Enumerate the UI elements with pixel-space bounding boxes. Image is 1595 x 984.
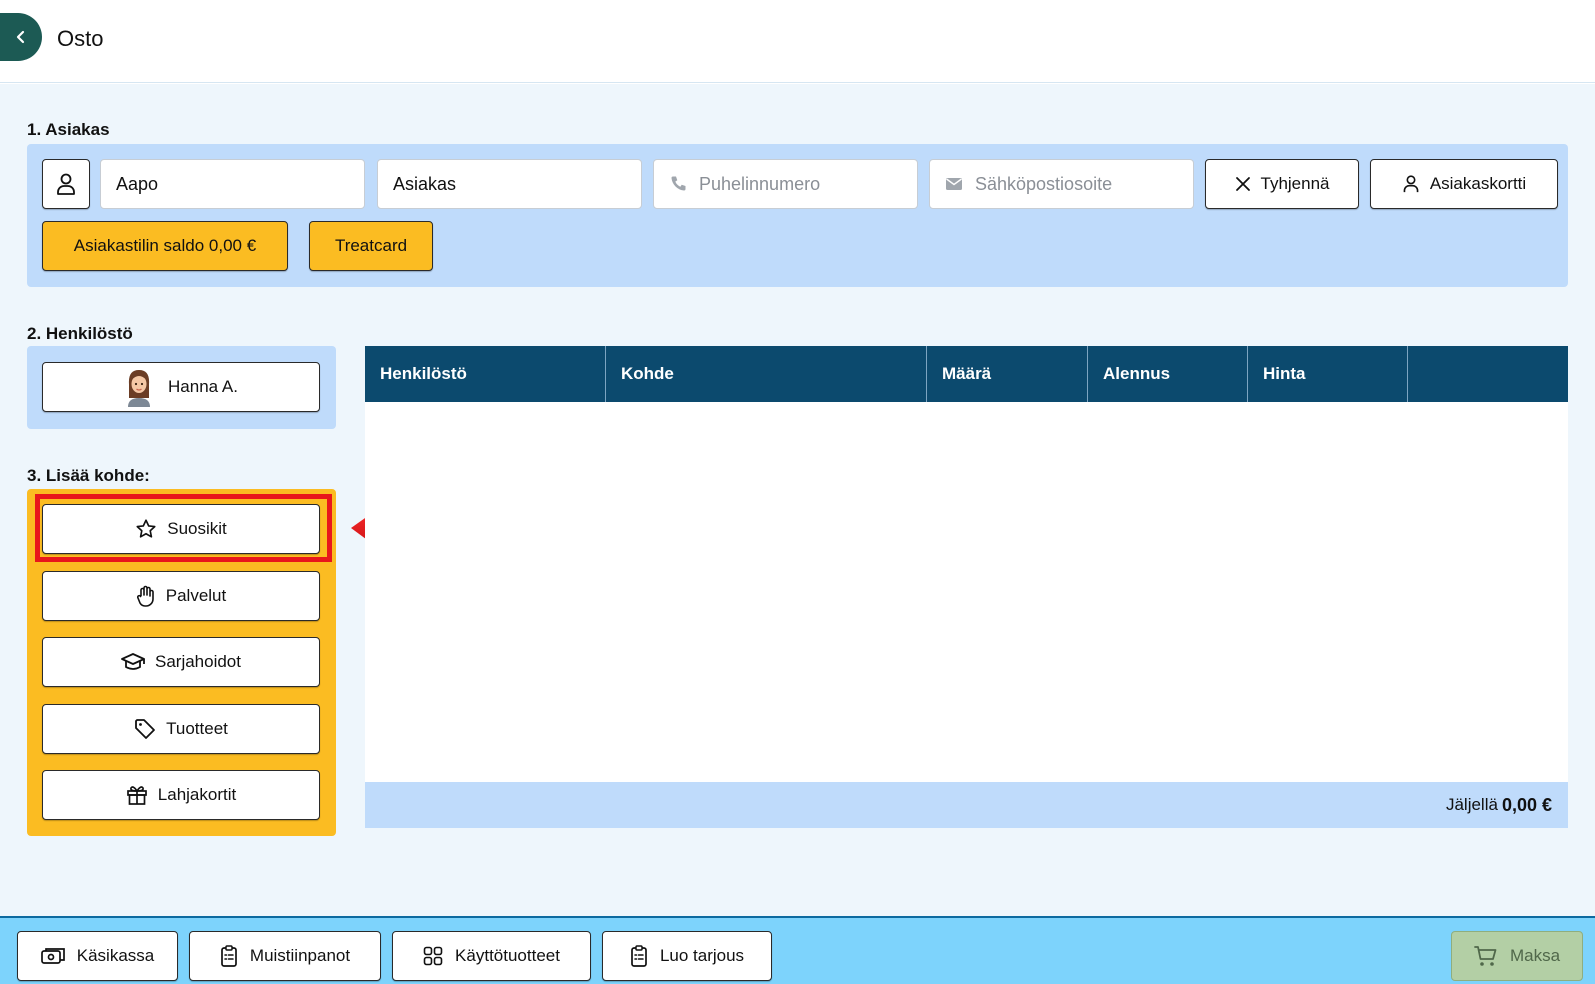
grid-icon xyxy=(423,946,443,966)
section-title-staff: 2. Henkilöstö xyxy=(27,324,133,343)
clipboard-list-icon xyxy=(630,945,648,967)
petty-cash-label: Käsikassa xyxy=(76,946,155,965)
gift-icon xyxy=(126,784,148,806)
page-title: Osto xyxy=(57,26,104,51)
products-label: Tuotteet xyxy=(166,719,228,738)
cart-icon xyxy=(1474,945,1498,967)
column-header-staff: Henkilöstö xyxy=(365,346,606,402)
tag-icon xyxy=(134,718,156,740)
customer-card-label: Asiakaskortti xyxy=(1429,174,1527,193)
gift-cards-label: Lahjakortit xyxy=(157,785,237,804)
services-button[interactable]: Palvelut xyxy=(42,571,320,621)
highlight-box xyxy=(35,494,332,562)
notes-label: Muistiinpanot xyxy=(249,946,351,965)
envelope-icon xyxy=(945,177,963,191)
pay-label: Maksa xyxy=(1509,946,1561,965)
create-offer-button[interactable]: Luo tarjous xyxy=(602,931,772,981)
column-header-price: Hinta xyxy=(1248,346,1408,402)
remaining-amount: 0,00 € xyxy=(1501,794,1552,815)
user-icon xyxy=(1402,174,1420,194)
pay-button[interactable]: Maksa xyxy=(1451,931,1583,981)
services-label: Palvelut xyxy=(165,586,227,605)
section-title-customer: 1. Asiakas xyxy=(27,120,110,139)
staff-avatar xyxy=(124,367,154,407)
remaining-label: Jäljellä xyxy=(1445,795,1498,814)
last-name-value: Asiakas xyxy=(393,173,457,194)
petty-cash-button[interactable]: Käsikassa xyxy=(17,931,178,981)
customer-card-button[interactable]: Asiakaskortti xyxy=(1370,159,1558,209)
header-bar: Osto xyxy=(0,0,1595,83)
phone-icon xyxy=(669,175,687,193)
staff-select-button[interactable]: Hanna A. xyxy=(42,362,320,412)
create-offer-label: Luo tarjous xyxy=(659,946,745,965)
phone-field[interactable]: Puhelinnumero xyxy=(653,159,918,209)
treatcard-button[interactable]: Treatcard xyxy=(309,221,433,271)
consumables-label: Käyttötuotteet xyxy=(455,946,560,965)
column-header-actions xyxy=(1408,346,1568,402)
column-header-discount: Alennus xyxy=(1088,346,1248,402)
account-balance-button[interactable]: Asiakastilin saldo 0,00 € xyxy=(42,221,288,271)
column-header-quantity: Määrä xyxy=(927,346,1088,402)
sale-items-table: Henkilöstö Kohde Määrä Alennus Hinta Jäl… xyxy=(365,346,1568,828)
series-treatments-button[interactable]: Sarjahoidot xyxy=(42,637,320,687)
first-name-value: Aapo xyxy=(116,173,159,194)
chevron-left-icon xyxy=(14,30,28,44)
last-name-field[interactable]: Asiakas xyxy=(377,159,642,209)
email-field[interactable]: Sähköpostiosoite xyxy=(929,159,1194,209)
phone-placeholder: Puhelinnumero xyxy=(699,173,821,194)
close-icon xyxy=(1235,176,1251,192)
gift-cards-button[interactable]: Lahjakortit xyxy=(42,770,320,820)
section-title-add-item: 3. Lisää kohde: xyxy=(27,466,150,485)
table-header: Henkilöstö Kohde Määrä Alennus Hinta xyxy=(365,346,1568,402)
consumables-button[interactable]: Käyttötuotteet xyxy=(392,931,591,981)
clear-button-label: Tyhjennä xyxy=(1260,174,1330,193)
customer-select-button[interactable] xyxy=(42,159,90,209)
user-icon xyxy=(55,172,77,196)
email-placeholder: Sähköpostiosoite xyxy=(975,173,1113,194)
first-name-field[interactable]: Aapo xyxy=(100,159,365,209)
bottom-toolbar: Käsikassa Muistiinpanot Käyttötuotteet L… xyxy=(0,916,1595,984)
clear-button[interactable]: Tyhjennä xyxy=(1205,159,1359,209)
staff-name: Hanna A. xyxy=(168,377,238,396)
hand-icon xyxy=(136,585,156,607)
back-button[interactable] xyxy=(0,13,42,61)
cash-icon xyxy=(40,947,65,965)
series-treatments-label: Sarjahoidot xyxy=(154,652,241,671)
column-header-item: Kohde xyxy=(606,346,927,402)
table-footer: Jäljellä 0,00 € xyxy=(365,782,1568,828)
products-button[interactable]: Tuotteet xyxy=(42,704,320,754)
graduation-cap-icon xyxy=(121,652,145,672)
notes-button[interactable]: Muistiinpanot xyxy=(189,931,381,981)
clipboard-icon xyxy=(220,945,238,967)
